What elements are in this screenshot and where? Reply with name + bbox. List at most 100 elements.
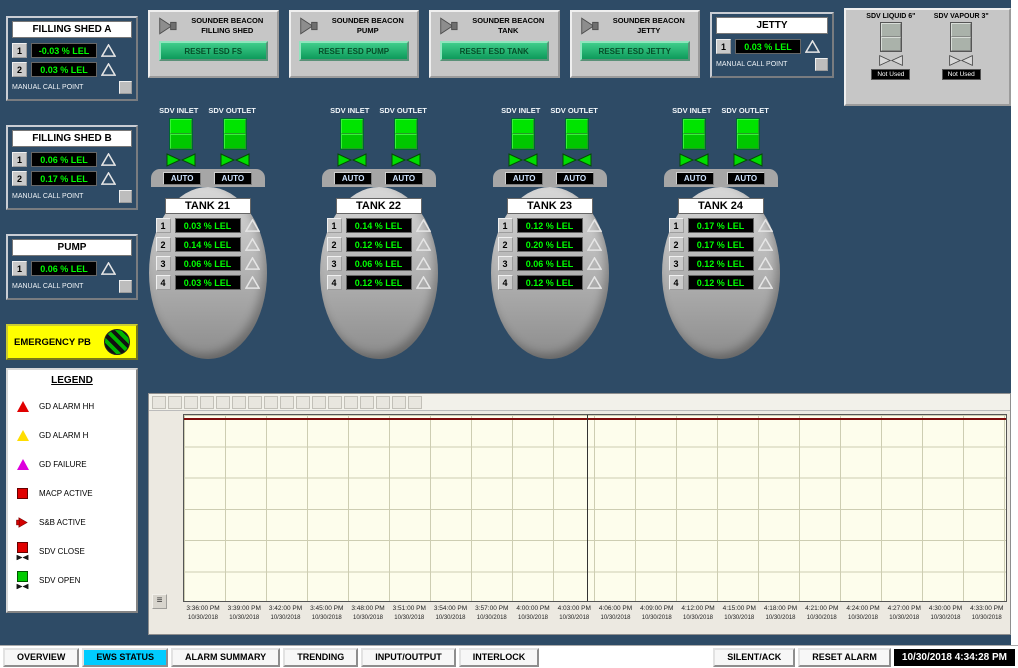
sdv-outlet-mode-button[interactable]: AUTO	[214, 172, 252, 185]
lel-value-display: 0.06 % LEL	[175, 256, 241, 271]
reset-esd-button[interactable]: RESET ESD PUMP	[299, 41, 409, 61]
x-tick-date: 10/30/2018	[884, 614, 924, 622]
toolbar-icon[interactable]	[200, 396, 214, 409]
sdv-inlet-unit	[678, 118, 710, 168]
sdv-spare-column: SDV VAPOUR 3" Not Used	[934, 13, 989, 101]
alarm-triangle-icon	[416, 219, 431, 232]
macp-indicator	[119, 81, 132, 94]
x-tick-time: 3:42:00 PM	[266, 605, 306, 614]
channel-number: 4	[669, 275, 684, 290]
toolbar-icon[interactable]	[376, 396, 390, 409]
emergency-pushbutton[interactable]: EMERGENCY PB	[6, 324, 138, 360]
x-tick-label: 4:27:00 PM 10/30/2018	[884, 605, 924, 622]
x-tick-label: 3:45:00 PM 10/30/2018	[307, 605, 347, 622]
tab-overview[interactable]: OVERVIEW	[3, 648, 79, 667]
sdv-inlet-mode-button[interactable]: AUTO	[676, 172, 714, 185]
tab-trending[interactable]: TRENDING	[283, 648, 358, 667]
reset-esd-button[interactable]: RESET ESD TANK	[440, 41, 550, 61]
gas-channel-row: 2 0.20 % LEL	[498, 237, 602, 252]
x-tick-label: 4:30:00 PM 10/30/2018	[926, 605, 966, 622]
toolbar-icon[interactable]	[392, 396, 406, 409]
legend-title: LEGEND	[14, 375, 130, 386]
toolbar-icon[interactable]	[248, 396, 262, 409]
x-tick-time: 3:45:00 PM	[307, 605, 347, 614]
trend-line	[184, 418, 1006, 420]
toolbar-icon[interactable]	[344, 396, 358, 409]
macp-row: MANUAL CALL POINT	[12, 280, 132, 293]
x-tick-label: 3:42:00 PM 10/30/2018	[266, 605, 306, 622]
ews-status-screen: FILLING SHED A 1 -0.03 % LEL 2 0.03 % LE…	[0, 0, 1018, 668]
sdv-outlet-mode-button[interactable]: AUTO	[727, 172, 765, 185]
lel-value-display: 0.12 % LEL	[517, 218, 583, 233]
gas-channel-row: 1 0.06 % LEL	[12, 152, 132, 167]
gas-detector-panel: FILLING SHED A 1 -0.03 % LEL 2 0.03 % LE…	[6, 16, 138, 101]
macp-label: MANUAL CALL POINT	[12, 283, 83, 290]
x-tick-label: 4:33:00 PM 10/30/2018	[967, 605, 1007, 622]
sdv-inlet-label: SDV INLET	[330, 106, 369, 115]
silent-ack-button[interactable]: SILENT/ACK	[713, 648, 795, 667]
sdv-spare-status: Not Used	[871, 69, 910, 80]
channel-number: 2	[156, 237, 171, 252]
sdv-outlet-valve-icon	[390, 152, 422, 168]
tank-title: TANK 23	[507, 198, 593, 214]
sdv-spare-valve-icon	[948, 54, 974, 67]
reset-esd-button[interactable]: RESET ESD FS	[159, 41, 269, 61]
toolbar-icon[interactable]	[184, 396, 198, 409]
gas-channel-row: 4 0.12 % LEL	[327, 275, 431, 290]
channel-number: 1	[669, 218, 684, 233]
legend-item: SDV OPEN	[14, 566, 130, 595]
legend-label: GD ALARM H	[39, 431, 88, 440]
sdv-inlet-mode-button[interactable]: AUTO	[505, 172, 543, 185]
sdv-outlet-mode-button[interactable]: AUTO	[385, 172, 423, 185]
lel-value-display: 0.17 % LEL	[688, 218, 754, 233]
x-tick-label: 4:12:00 PM 10/30/2018	[678, 605, 718, 622]
x-tick-label: 4:15:00 PM 10/30/2018	[719, 605, 759, 622]
toolbar-icon[interactable]	[280, 396, 294, 409]
toolbar-icon[interactable]	[232, 396, 246, 409]
trend-cursor[interactable]	[587, 415, 588, 601]
sounder-beacon-row: SOUNDER BEACON FILLING SHED RESET ESD FS…	[148, 10, 700, 78]
x-tick-label: 4:09:00 PM 10/30/2018	[637, 605, 677, 622]
macp-label: MANUAL CALL POINT	[12, 193, 83, 200]
gd-alarm-hh-icon	[14, 401, 31, 412]
toolbar-icon[interactable]	[216, 396, 230, 409]
toolbar-icon[interactable]	[168, 396, 182, 409]
gas-channel-row: 1 -0.03 % LEL	[12, 43, 132, 58]
sdv-inlet-label: SDV INLET	[501, 106, 540, 115]
sdv-inlet-label: SDV INLET	[672, 106, 711, 115]
toolbar-icon[interactable]	[296, 396, 310, 409]
sdv-spare-title: SDV LIQUID 6"	[866, 13, 915, 20]
tab-interlock[interactable]: INTERLOCK	[459, 648, 540, 667]
left-column: FILLING SHED A 1 -0.03 % LEL 2 0.03 % LE…	[6, 16, 138, 613]
trend-list-button[interactable]: ≡	[152, 594, 167, 609]
lel-value-display: 0.06 % LEL	[31, 261, 97, 276]
tab-input-output[interactable]: INPUT/OUTPUT	[361, 648, 456, 667]
channel-number: 2	[12, 171, 27, 186]
alarm-triangle-icon	[758, 219, 773, 232]
tank-group: SDV INLET SDV OUTLET	[464, 106, 635, 359]
tab-alarm-summary[interactable]: ALARM SUMMARY	[171, 648, 280, 667]
tab-ews-status[interactable]: EWS STATUS	[82, 648, 168, 667]
sdv-outlet-mode-button[interactable]: AUTO	[556, 172, 594, 185]
sdv-outlet-unit	[732, 118, 764, 168]
sdv-inlet-mode-button[interactable]: AUTO	[163, 172, 201, 185]
sdv-spare-indicator	[880, 22, 902, 52]
channel-number: 3	[669, 256, 684, 271]
toolbar-icon[interactable]	[328, 396, 342, 409]
legend-item: MACP ACTIVE	[14, 479, 130, 508]
reset-alarm-button[interactable]: RESET ALARM	[798, 648, 891, 667]
toolbar-icon[interactable]	[152, 396, 166, 409]
lel-value-display: 0.20 % LEL	[517, 237, 583, 252]
toolbar-icon[interactable]	[360, 396, 374, 409]
toolbar-icon[interactable]	[312, 396, 326, 409]
toolbar-icon[interactable]	[264, 396, 278, 409]
tank-title: TANK 21	[165, 198, 251, 214]
x-tick-label: 3:48:00 PM 10/30/2018	[348, 605, 388, 622]
bottom-navbar: OVERVIEW EWS STATUS ALARM SUMMARY TRENDI…	[0, 645, 1018, 668]
sdv-inlet-mode-button[interactable]: AUTO	[334, 172, 372, 185]
alarm-triangle-icon	[245, 219, 260, 232]
toolbar-icon[interactable]	[408, 396, 422, 409]
gas-detector-panel: PUMP 1 0.06 % LEL MANUAL CALL POINT	[6, 234, 138, 300]
sdv-close-icon	[14, 542, 31, 561]
reset-esd-button[interactable]: RESET ESD JETTY	[580, 41, 690, 61]
